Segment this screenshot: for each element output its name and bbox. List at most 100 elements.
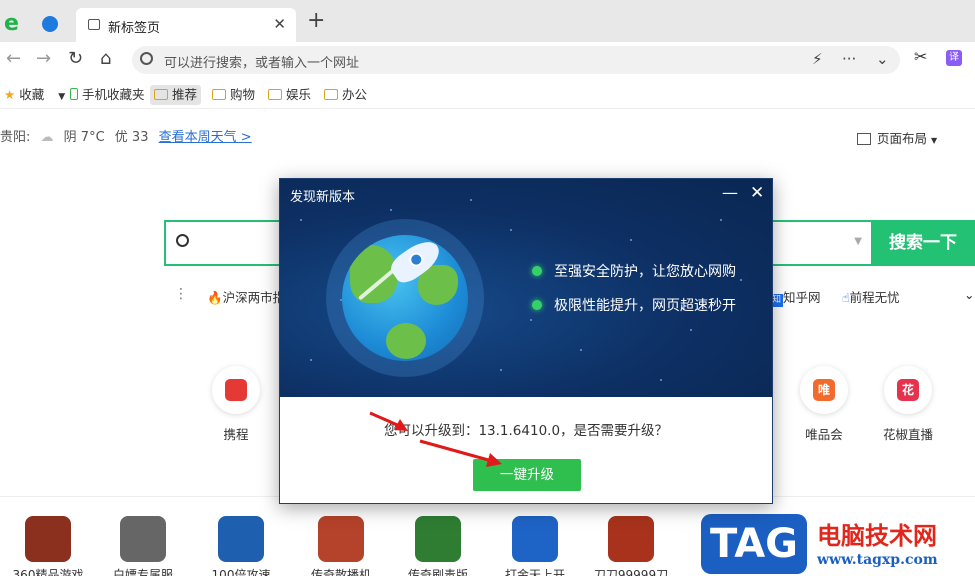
folder-icon <box>324 89 338 100</box>
chevron-down-icon[interactable]: ⌄ <box>876 50 889 68</box>
game-item[interactable]: 刀刀99999刀 <box>586 516 676 576</box>
chevron-down-icon[interactable]: ⌄ <box>964 287 974 302</box>
phone-icon <box>70 88 78 100</box>
hot-link-zhihu[interactable]: 知知乎网 <box>770 287 821 307</box>
bookmark-mobile[interactable]: 手机收藏夹 <box>70 85 145 105</box>
dialog-message: 您可以升级到：13.1.6410.0，是否需要升级？ <box>383 423 669 439</box>
layout-icon <box>857 133 871 145</box>
dialog-title: 发现新版本 <box>290 190 356 205</box>
search-icon <box>176 234 189 247</box>
game-icon <box>120 516 166 562</box>
bookmarks-bar: ★ 收藏 ▼ 手机收藏夹 推荐 购物 娱乐 办公 <box>0 80 975 108</box>
weather-condition: 阴 7°C <box>63 130 105 145</box>
bookmark-favorites[interactable]: ★ 收藏 ▼ <box>4 85 65 105</box>
game-icon <box>608 516 654 562</box>
browser-logo-icon[interactable]: e <box>4 11 24 33</box>
star-decoration <box>530 319 532 321</box>
tab-new-tab[interactable]: 新标签页 ✕ <box>76 8 296 42</box>
close-tab-icon[interactable]: ✕ <box>273 15 286 33</box>
tab-bar: e 新标签页 ✕ + <box>0 0 975 42</box>
star-decoration <box>470 199 472 201</box>
bookmark-folder-recommend[interactable]: 推荐 <box>150 85 202 105</box>
reload-icon[interactable]: ↻ <box>68 48 83 70</box>
star-icon: ★ <box>4 87 16 102</box>
feature-performance: 极限性能提升，网页超速秒开 <box>532 295 736 315</box>
game-item[interactable]: 100倍攻速 <box>196 516 286 576</box>
game-label: 白嫖专属服 <box>112 568 173 576</box>
hot-link-51job[interactable]: ☝前程无忧 <box>842 287 900 306</box>
game-icon <box>318 516 364 562</box>
new-tab-button[interactable]: + <box>307 10 325 32</box>
star-decoration <box>740 279 742 281</box>
bookmark-folder-entertainment[interactable]: 娱乐 <box>268 85 311 105</box>
game-label: 打金天上开 <box>504 568 565 576</box>
hand-icon: ☝ <box>842 290 850 305</box>
ctrip-icon <box>212 366 260 414</box>
cloud-icon: ☁ <box>40 130 54 145</box>
game-item[interactable]: 打金天上开 <box>490 516 580 576</box>
game-item[interactable]: 传奇刷毒版 <box>393 516 483 576</box>
lightning-icon[interactable]: ⚡ <box>812 50 823 68</box>
more-vertical-icon[interactable]: ⋮ <box>174 286 188 302</box>
caret-down-icon[interactable]: ▼ <box>58 92 65 102</box>
green-dot-icon <box>532 266 542 276</box>
game-icon <box>218 516 264 562</box>
svg-text:e: e <box>4 11 19 33</box>
tab-title: 新标签页 <box>108 21 161 36</box>
caret-down-icon: ▼ <box>931 136 938 145</box>
watermark-url: www.tagxp.com <box>817 552 938 568</box>
address-placeholder: 可以进行搜索，或者输入一个网址 <box>164 56 360 71</box>
toolbar: ← → ↻ ⌂ 可以进行搜索，或者输入一个网址 ⚡ ··· ⌄ <box>0 42 975 78</box>
caret-down-icon[interactable]: ▼ <box>854 236 862 247</box>
star-decoration <box>720 219 722 221</box>
minimize-icon[interactable]: — <box>722 183 738 202</box>
home-icon[interactable]: ⌂ <box>100 48 111 70</box>
game-icon <box>415 516 461 562</box>
dialog-banner: 发现新版本 — ✕ 至强安全防护，让您放心网购 极限性能提升，网页超速秒开 <box>280 179 772 397</box>
game-label: 传奇散播机 <box>310 568 371 576</box>
annotation-arrow-icon <box>369 411 502 467</box>
watermark-tag-logo: TAG <box>701 514 807 574</box>
watermark-title: 电脑技术网 <box>817 521 937 550</box>
folder-icon <box>154 89 168 100</box>
game-item[interactable]: 传奇散播机 <box>296 516 386 576</box>
scissors-icon[interactable]: ✂ <box>914 47 927 66</box>
huajiao-icon: 花 <box>884 366 932 414</box>
weather-city: 贵阳: <box>0 130 31 145</box>
star-decoration <box>310 359 312 361</box>
forward-icon[interactable]: → <box>36 48 51 70</box>
star-decoration <box>630 239 632 241</box>
site-ctrip[interactable]: 携程 <box>206 366 266 443</box>
star-decoration <box>500 369 502 371</box>
game-label: 360精品游戏 <box>12 568 84 576</box>
hot-link-left[interactable]: 🔥沪深两市指 <box>207 287 285 306</box>
weather-widget: 贵阳: ☁ 阴 7°C 优 33 查看本周天气 > <box>0 126 252 145</box>
address-bar[interactable]: 可以进行搜索，或者输入一个网址 ⚡ ··· ⌄ <box>132 46 900 74</box>
more-icon[interactable]: ··· <box>842 50 856 68</box>
back-icon[interactable]: ← <box>6 48 21 70</box>
vip-icon: 唯 <box>800 366 848 414</box>
divider <box>0 108 975 109</box>
site-huajiao[interactable]: 花 花椒直播 <box>878 366 938 443</box>
page-layout-button[interactable]: 页面布局 ▼ <box>857 128 937 147</box>
star-decoration <box>690 329 692 331</box>
bookmark-folder-shopping[interactable]: 购物 <box>212 85 255 105</box>
bookmark-folder-office[interactable]: 办公 <box>324 85 367 105</box>
folder-icon <box>212 89 226 100</box>
page-icon <box>88 19 100 30</box>
star-decoration <box>510 229 512 231</box>
game-item[interactable]: 白嫖专属服 <box>98 516 188 576</box>
search-button[interactable]: 搜索一下 <box>871 220 975 266</box>
translate-extension-icon[interactable]: 译 <box>946 50 962 66</box>
update-dialog: 发现新版本 — ✕ 至强安全防护，让您放心网购 极限性能提升，网页超速秒开 您可… <box>279 178 773 504</box>
site-vip[interactable]: 唯 唯品会 <box>794 366 854 443</box>
game-label: 100倍攻速 <box>211 568 271 576</box>
game-icon <box>512 516 558 562</box>
fire-icon: 🔥 <box>207 290 223 305</box>
navigate-icon[interactable] <box>42 16 58 32</box>
game-item[interactable]: 360精品游戏 <box>3 516 93 576</box>
close-icon[interactable]: ✕ <box>750 183 764 203</box>
star-decoration <box>580 349 582 351</box>
weather-aqi: 优 33 <box>114 130 149 145</box>
weather-week-link[interactable]: 查看本周天气 > <box>159 130 252 145</box>
